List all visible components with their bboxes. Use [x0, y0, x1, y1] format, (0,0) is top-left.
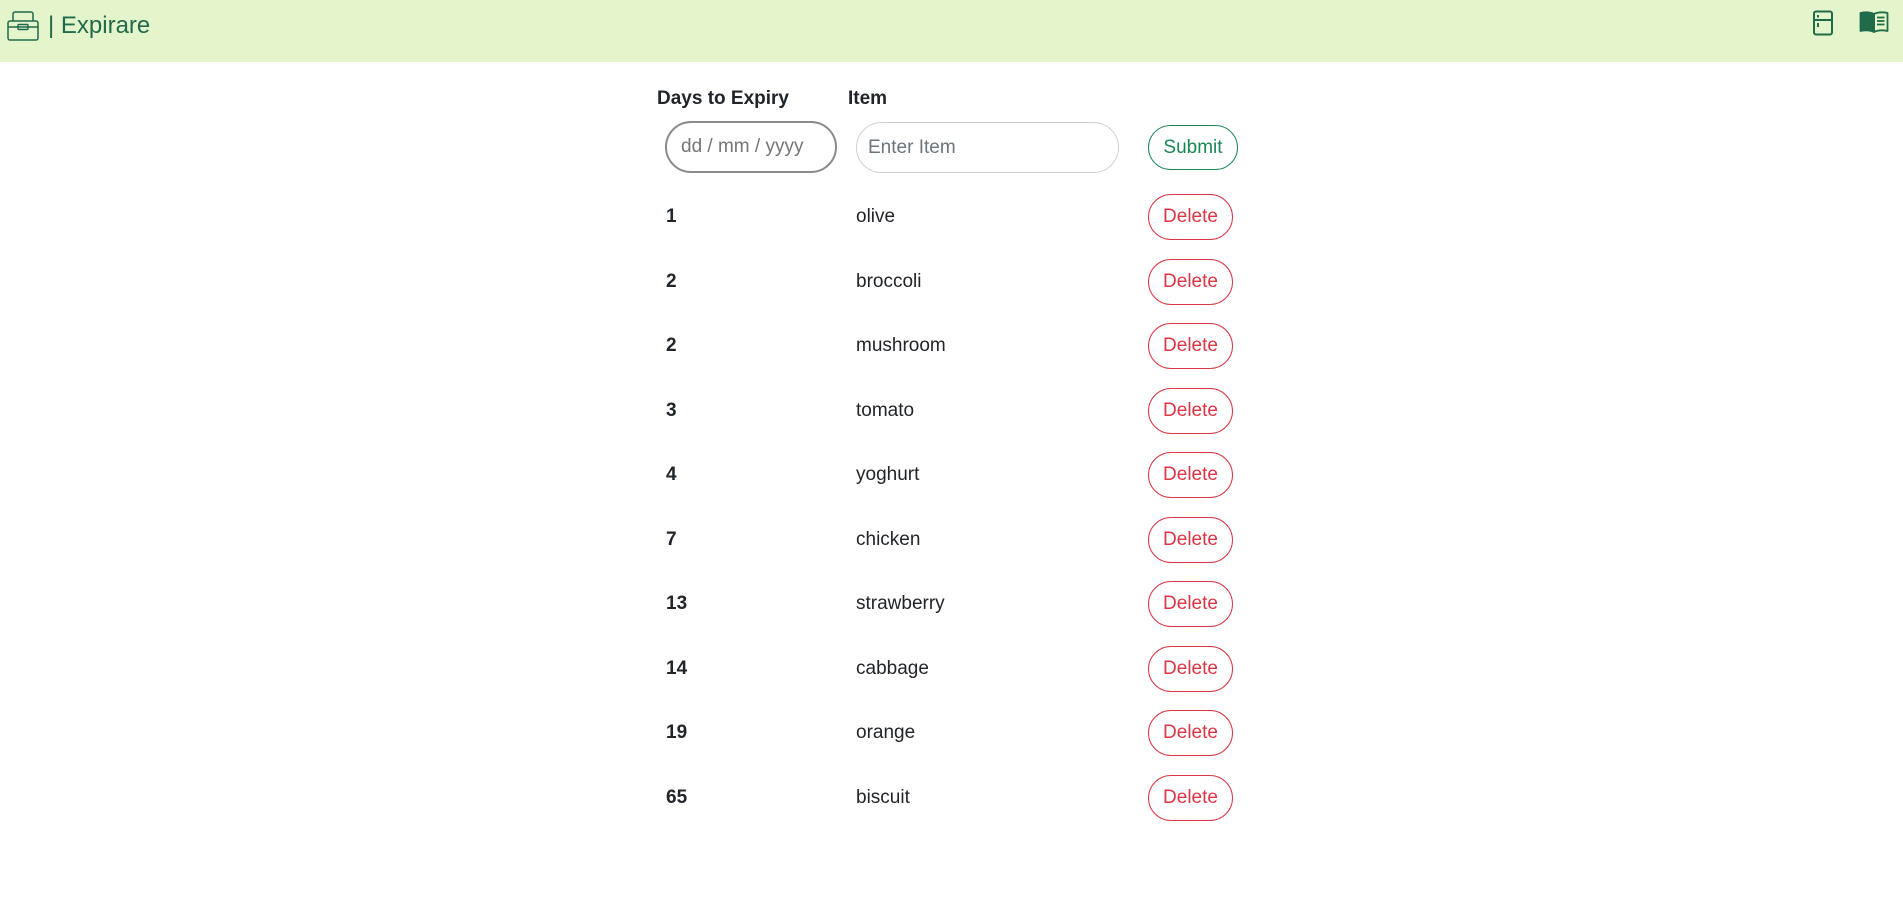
submit-button[interactable]: Submit: [1148, 125, 1238, 170]
item-name: tomato: [856, 399, 915, 421]
list-item: 2 broccoli Delete: [0, 257, 1903, 307]
days-to-expiry-value: 1: [666, 206, 677, 227]
delete-button[interactable]: Delete: [1148, 516, 1233, 563]
lunchbox-icon: [6, 9, 40, 43]
item-name: olive: [856, 206, 896, 227]
item-name: broccoli: [856, 270, 922, 292]
delete-button[interactable]: Delete: [1148, 323, 1233, 369]
list-item: 13 strawberry Delete: [0, 579, 1903, 629]
delete-button[interactable]: Delete: [1148, 258, 1233, 305]
item-header: Item: [848, 88, 888, 109]
list-item: 3 tomato Delete: [0, 386, 1903, 436]
list-item: 2 mushroom Delete: [0, 321, 1903, 371]
days-to-expiry-value: 13: [666, 593, 688, 614]
brand-link[interactable]: | Expirare: [6, 8, 150, 44]
days-to-expiry-value: 14: [666, 657, 688, 679]
delete-button[interactable]: Delete: [1148, 710, 1233, 756]
list-item: 4 yoghurt Delete: [0, 450, 1903, 500]
delete-button[interactable]: Delete: [1148, 774, 1233, 821]
days-to-expiry-value: 2: [666, 270, 677, 292]
app-title: | Expirare: [48, 12, 151, 39]
item-name: yoghurt: [856, 464, 920, 485]
item-name: mushroom: [856, 335, 946, 356]
delete-button[interactable]: Delete: [1148, 452, 1233, 498]
days-to-expiry-value: 4: [666, 464, 677, 485]
days-to-expiry-value: 3: [666, 399, 677, 421]
item-name: biscuit: [856, 786, 910, 808]
item-name-input[interactable]: [856, 122, 1119, 173]
expiry-date-input[interactable]: [665, 121, 837, 173]
delete-button[interactable]: Delete: [1148, 645, 1233, 692]
fridge-icon[interactable]: [1812, 10, 1834, 36]
item-name: strawberry: [856, 593, 945, 614]
top-navbar: | Expirare: [0, 0, 1903, 62]
delete-button[interactable]: Delete: [1148, 194, 1233, 240]
list-item: 7 chicken Delete: [0, 515, 1903, 565]
list-item: 65 biscuit Delete: [0, 773, 1903, 823]
list-item: 1 olive Delete: [0, 192, 1903, 242]
days-to-expiry-value: 2: [666, 335, 677, 356]
item-name: chicken: [856, 528, 921, 550]
delete-button[interactable]: Delete: [1148, 387, 1233, 434]
item-name: cabbage: [856, 657, 929, 679]
list-item: 14 cabbage Delete: [0, 644, 1903, 694]
delete-button[interactable]: Delete: [1148, 581, 1233, 627]
days-to-expiry-value: 65: [666, 786, 688, 808]
book-icon[interactable]: [1859, 10, 1889, 34]
days-to-expiry-header: Days to Expiry: [657, 88, 789, 109]
days-to-expiry-value: 7: [666, 528, 677, 550]
list-item: 19 orange Delete: [0, 708, 1903, 758]
days-to-expiry-value: 19: [666, 722, 688, 743]
item-name: orange: [856, 722, 916, 743]
